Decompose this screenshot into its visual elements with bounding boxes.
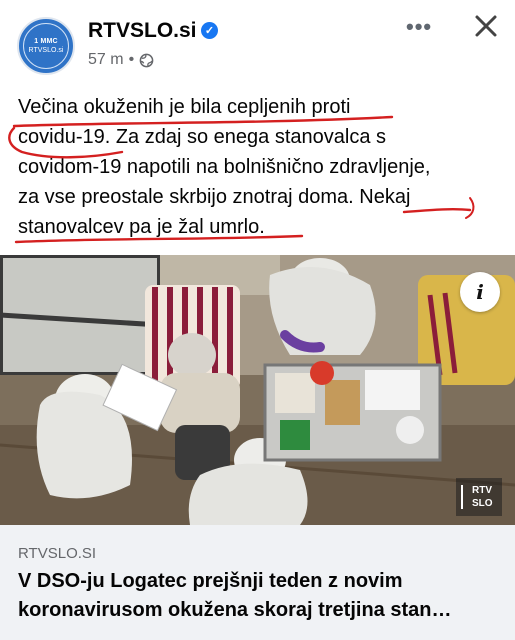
watermark-line: SLO <box>472 498 493 509</box>
page-name[interactable]: RTVSLO.si <box>88 19 197 43</box>
post-text: Večina okuženih je bila cepljenih proti … <box>18 92 503 242</box>
post-text-line: za vse preostale skrbijo znotraj doma. N… <box>18 186 411 208</box>
link-domain: RTVSLO.SI <box>18 545 97 562</box>
watermark-logo-bar <box>461 485 468 509</box>
avatar-top-text: 1 MMC <box>34 38 58 45</box>
globe-icon <box>139 53 154 67</box>
post-timestamp[interactable]: 57 m <box>88 51 124 69</box>
info-button[interactable]: i <box>460 272 500 312</box>
meta-separator: • <box>128 51 135 68</box>
close-icon[interactable] <box>470 10 502 42</box>
post-header: 1 MMC RTVSLO.si RTVSLO.si ✓ 57 m • ••• <box>0 0 515 86</box>
rtvslo-watermark: RTV SLO <box>456 478 502 516</box>
verified-badge-icon: ✓ <box>201 22 218 39</box>
watermark-line: RTV <box>472 485 492 496</box>
facebook-post: 1 MMC RTVSLO.si RTVSLO.si ✓ 57 m • ••• V… <box>0 0 515 640</box>
page-avatar[interactable]: 1 MMC RTVSLO.si <box>17 17 75 75</box>
post-meta: 57 m • <box>88 51 154 69</box>
post-text-line: Večina okuženih je bila cepljenih proti <box>18 96 351 118</box>
post-text-line: stanovalcev pa je žal umrlo. <box>18 216 265 238</box>
link-title-line: V DSO-ju Logatec prejšnji teden z novim <box>18 570 403 592</box>
link-preview[interactable]: RTVSLO.SI V DSO-ju Logatec prejšnji tede… <box>0 525 515 640</box>
link-title-line: koronavirusom okužena skoraj tretjina st… <box>18 599 452 621</box>
post-text-line: covidu-19. Za zdaj so enega stanovalca s <box>18 126 386 148</box>
avatar-bottom-text: RTVSLO.si <box>28 47 64 54</box>
post-photo[interactable] <box>0 255 515 525</box>
avatar-logo: 1 MMC RTVSLO.si <box>23 23 69 69</box>
link-title: V DSO-ju Logatec prejšnji teden z novim … <box>18 567 503 625</box>
more-options-icon[interactable]: ••• <box>406 14 432 40</box>
post-text-line: covidom-19 napotili na bolnišnično zdrav… <box>18 156 431 178</box>
